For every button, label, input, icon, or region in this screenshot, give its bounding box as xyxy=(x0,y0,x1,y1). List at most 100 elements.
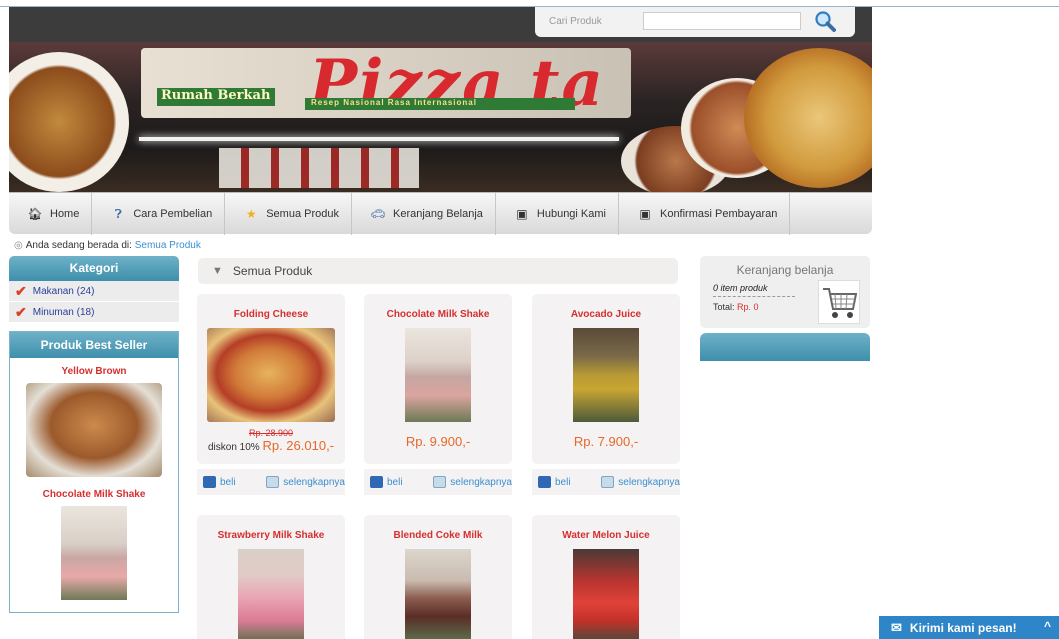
product-image[interactable] xyxy=(573,328,639,422)
contact-icon: ▣ xyxy=(516,206,528,221)
bestseller-image-milkshake[interactable] xyxy=(61,506,127,600)
breadcrumb-link[interactable]: Semua Produk xyxy=(135,240,201,251)
more-button[interactable]: selengkapnya xyxy=(601,476,680,488)
search-icon xyxy=(815,11,836,32)
product-image[interactable] xyxy=(405,549,471,639)
buy-button[interactable]: beli xyxy=(203,476,236,488)
search-input[interactable] xyxy=(643,12,801,30)
car-icon: 🚗︎ xyxy=(370,206,386,221)
cart-title: Keranjang belanja xyxy=(736,263,834,277)
product-price: Rp. 7.900,- xyxy=(573,434,639,449)
product-name[interactable]: Blended Coke Milk xyxy=(364,530,512,541)
detail-icon xyxy=(601,476,615,488)
product-image[interactable] xyxy=(238,549,304,639)
cart-total-value: Rp. 0 xyxy=(737,302,759,312)
nav-semua-produk-label: Semua Produk xyxy=(266,207,339,220)
bestseller-panel: Produk Best Seller Yellow Brown Chocolat… xyxy=(9,331,179,613)
category-label: Makanan (24) xyxy=(32,285,95,297)
product-actions: beli selengkapnya xyxy=(364,469,512,495)
category-panel: Kategori ✔ Makanan (24) ✔ Minuman (18) xyxy=(9,256,179,323)
cart-icon xyxy=(203,476,216,488)
cart-icon xyxy=(370,476,383,488)
product-name[interactable]: Avocado Juice xyxy=(532,309,680,320)
buy-label: beli xyxy=(387,476,403,488)
product-card: Avocado Juice Rp. 7.900,- xyxy=(532,294,680,464)
chat-label: Kirimi kami pesan! xyxy=(909,620,1017,635)
cart-item-count: 0 item produk xyxy=(713,283,795,297)
buy-button[interactable]: beli xyxy=(370,476,403,488)
pizza-photo-left xyxy=(9,52,129,192)
nav-cara-pembelian-label: Cara Pembelian xyxy=(133,207,213,220)
product-old-price: Rp. 28.900 xyxy=(248,428,294,438)
more-label: selengkapnya xyxy=(283,476,345,488)
banner-brand: Rumah Berkah xyxy=(157,88,275,106)
category-item-makanan[interactable]: ✔ Makanan (24) xyxy=(9,281,179,302)
detail-icon xyxy=(266,476,280,488)
product-image[interactable] xyxy=(405,328,471,422)
more-button[interactable]: selengkapnya xyxy=(433,476,512,488)
category-item-minuman[interactable]: ✔ Minuman (18) xyxy=(9,302,179,323)
bestseller-name[interactable]: Chocolate Milk Shake xyxy=(10,489,178,500)
product-discount: diskon 10% Rp. 26.010,- xyxy=(197,438,345,453)
breadcrumb-prefix: Anda sedang berada di: xyxy=(25,240,132,251)
hero-banner: Pizza ta Rumah Berkah Resep Nasional Ras… xyxy=(9,42,872,192)
home-icon: 🏠︎ xyxy=(27,206,43,221)
product-image[interactable] xyxy=(573,549,639,639)
check-icon: ✔ xyxy=(15,303,27,320)
shopping-cart-panel: Keranjang belanja 0 item produk Total: R… xyxy=(700,256,870,328)
search-label: Cari Produk xyxy=(549,16,602,27)
search-box: Cari Produk xyxy=(535,7,855,37)
nav-konfirmasi-pembayaran-label: Konfirmasi Pembayaran xyxy=(659,207,778,220)
nav-konfirmasi-pembayaran[interactable]: ▣ Konfirmasi Pembayaran xyxy=(619,192,791,235)
shop-lights xyxy=(139,137,619,141)
chat-widget-button[interactable]: ✉ Kirimi kami pesan! ^ xyxy=(879,616,1059,639)
buy-button[interactable]: beli xyxy=(538,476,571,488)
product-image[interactable] xyxy=(207,328,335,422)
star-icon: ★ xyxy=(245,206,257,221)
cart-graphic xyxy=(823,288,858,318)
main-nav: 🏠︎ Home ❓︎ Cara Pembelian ★ Semua Produk 🚗︎… xyxy=(9,192,872,235)
breadcrumb-bullet-icon: ◎ xyxy=(14,240,23,251)
nav-cara-pembelian[interactable]: ❓︎ Cara Pembelian xyxy=(92,192,226,235)
product-name[interactable]: Strawberry Milk Shake xyxy=(197,530,345,541)
more-label: selengkapnya xyxy=(450,476,512,488)
nav-keranjang-belanja-label: Keranjang Belanja xyxy=(392,207,483,220)
product-price: Rp. 9.900,- xyxy=(405,434,471,449)
product-card: Blended Coke Milk xyxy=(364,515,512,639)
shop-windows xyxy=(219,148,419,188)
product-card: Folding Cheese Rp. 28.900 diskon 10% Rp.… xyxy=(197,294,345,464)
product-actions: beli selengkapnya xyxy=(197,469,345,495)
site-header: Cari Produk Pizza ta Rumah Berkah Resep … xyxy=(9,7,872,235)
cart-icon xyxy=(538,476,551,488)
product-actions: beli selengkapnya xyxy=(532,469,680,495)
product-name[interactable]: Chocolate Milk Shake xyxy=(364,309,512,320)
shopping-cart-icon[interactable] xyxy=(818,280,860,324)
confirm-icon: ▣ xyxy=(639,206,651,221)
cart-panel-footer xyxy=(700,333,870,361)
product-price: Rp. 26.010,- xyxy=(262,438,335,453)
discount-label: diskon 10% xyxy=(207,442,260,453)
category-title: Kategori xyxy=(9,256,179,281)
product-name[interactable]: Folding Cheese xyxy=(197,309,345,320)
nav-home[interactable]: 🏠︎ Home xyxy=(9,192,93,235)
product-card: Chocolate Milk Shake Rp. 9.900,- xyxy=(364,294,512,464)
nav-keranjang-belanja[interactable]: 🚗︎ Keranjang Belanja xyxy=(352,192,496,235)
section-icon: ▼ xyxy=(212,265,223,277)
product-card: Strawberry Milk Shake xyxy=(197,515,345,639)
nav-home-label: Home xyxy=(50,207,80,220)
search-button[interactable] xyxy=(811,9,839,33)
bestseller-image-pizza[interactable] xyxy=(26,383,162,477)
nav-semua-produk[interactable]: ★ Semua Produk xyxy=(225,192,352,235)
cart-total-label: Total: xyxy=(713,302,735,312)
more-label: selengkapnya xyxy=(618,476,680,488)
buy-label: beli xyxy=(555,476,571,488)
help-icon: ❓︎ xyxy=(114,206,122,221)
cart-total: Total: Rp. 0 xyxy=(713,302,759,312)
nav-hubungi-kami[interactable]: ▣ Hubungi Kami xyxy=(496,192,619,235)
detail-icon xyxy=(433,476,447,488)
bestseller-name[interactable]: Yellow Brown xyxy=(10,366,178,377)
product-name[interactable]: Water Melon Juice xyxy=(532,530,680,541)
buy-label: beli xyxy=(220,476,236,488)
more-button[interactable]: selengkapnya xyxy=(266,476,345,488)
check-icon: ✔ xyxy=(15,282,27,299)
